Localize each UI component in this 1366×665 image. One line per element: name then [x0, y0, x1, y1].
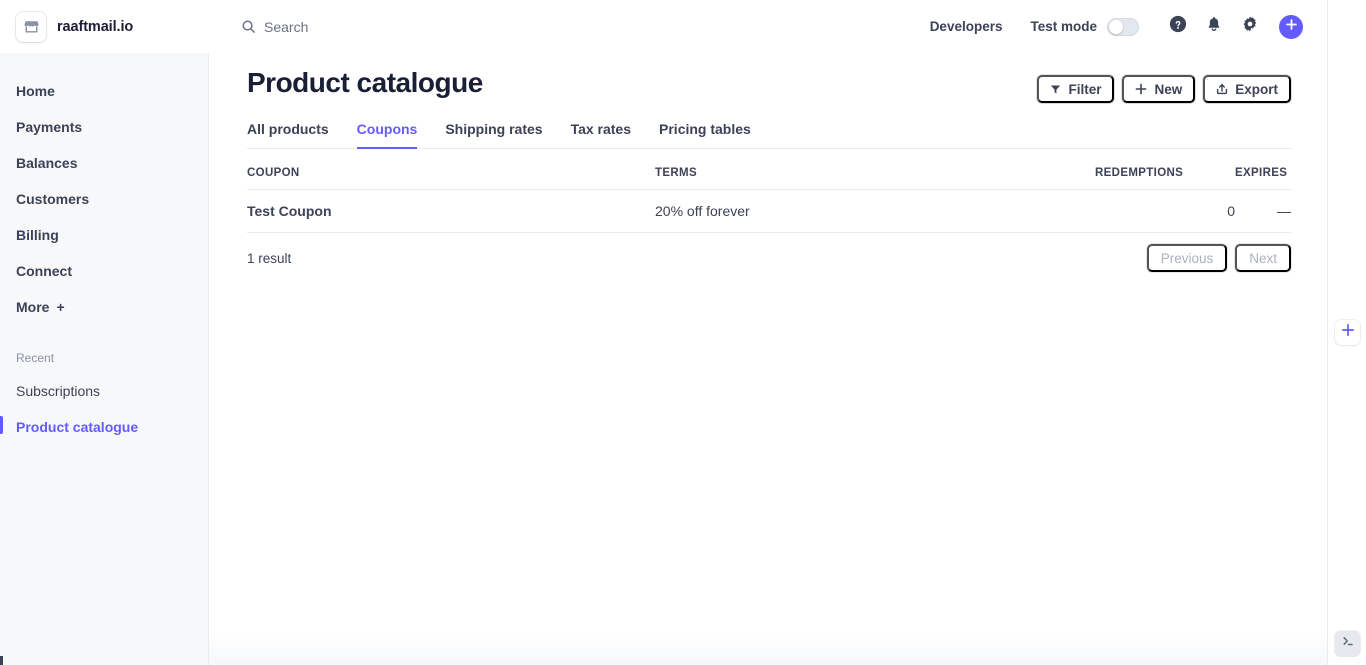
sidebar-item-customers[interactable]: Customers — [0, 185, 208, 213]
export-icon — [1216, 83, 1228, 95]
filter-button-label: Filter — [1068, 81, 1102, 97]
test-mode-toggle[interactable]: Test mode — [1030, 17, 1139, 36]
new-button-label: New — [1154, 81, 1183, 97]
tab-shipping-rates[interactable]: Shipping rates — [445, 121, 542, 149]
rail-terminal-button[interactable] — [1335, 631, 1360, 656]
table-row[interactable]: Test Coupon 20% off forever 0 — — [247, 189, 1291, 233]
cell-expires: — — [1235, 189, 1291, 233]
pagination: Previous Next — [1146, 244, 1291, 272]
column-header-redemptions: REDEMPTIONS — [1095, 167, 1235, 190]
tab-tax-rates[interactable]: Tax rates — [571, 121, 631, 149]
tab-bar: All products Coupons Shipping rates Tax … — [247, 121, 1291, 149]
page-title: Product catalogue — [247, 67, 483, 98]
app-root: raaftmail.io Search Developers Test mode — [0, 0, 1366, 665]
tab-all-products[interactable]: All products — [247, 121, 329, 149]
bell-icon — [1205, 15, 1223, 38]
column-header-terms: TERMS — [655, 167, 1095, 190]
filter-button[interactable]: Filter — [1037, 75, 1115, 103]
page-header: Product catalogue Filter New Export — [247, 53, 1291, 103]
search-input[interactable]: Search — [241, 19, 308, 35]
plus-icon — [1341, 323, 1355, 342]
right-rail — [1327, 0, 1366, 665]
coupons-table: COUPON TERMS REDEMPTIONS EXPIRES Test Co… — [247, 167, 1291, 233]
plus-circle-icon — [1285, 18, 1298, 36]
column-header-expires: EXPIRES — [1235, 167, 1291, 190]
sidebar-item-more-label: More — [16, 299, 50, 315]
create-button[interactable] — [1279, 14, 1303, 39]
plus-icon — [1135, 83, 1147, 95]
developers-link[interactable]: Developers — [920, 13, 1013, 40]
table-head: COUPON TERMS REDEMPTIONS EXPIRES — [247, 167, 1291, 190]
tab-pricing-tables[interactable]: Pricing tables — [659, 121, 751, 149]
table-footer: 1 result Previous Next — [247, 233, 1291, 272]
storefront-icon — [16, 11, 46, 42]
sidebar-item-more[interactable]: More + — [0, 293, 208, 321]
help-button[interactable] — [1163, 12, 1193, 42]
settings-button[interactable] — [1235, 12, 1265, 42]
sidebar-item-home[interactable]: Home — [0, 77, 208, 105]
sidebar-item-subscriptions[interactable]: Subscriptions — [0, 377, 208, 405]
switch-knob — [1109, 19, 1123, 34]
top-bar-actions: Developers Test mode — [920, 12, 1327, 42]
column-header-coupon: COUPON — [247, 167, 655, 190]
sidebar-item-payments[interactable]: Payments — [0, 113, 208, 141]
main-content: Product catalogue Filter New Export All … — [209, 53, 1327, 665]
sidebar-item-product-catalogue[interactable]: Product catalogue — [0, 413, 208, 441]
result-count: 1 result — [247, 250, 292, 266]
test-mode-switch[interactable] — [1107, 17, 1139, 36]
terminal-icon — [1341, 634, 1355, 653]
next-page-button[interactable]: Next — [1235, 244, 1291, 272]
sidebar-item-balances[interactable]: Balances — [0, 149, 208, 177]
previous-page-button[interactable]: Previous — [1146, 244, 1228, 272]
test-mode-label: Test mode — [1030, 19, 1097, 34]
tab-coupons[interactable]: Coupons — [356, 121, 418, 149]
cell-coupon: Test Coupon — [247, 189, 655, 233]
sidebar-item-connect[interactable]: Connect — [0, 257, 208, 285]
sidebar-item-billing[interactable]: Billing — [0, 221, 208, 249]
cell-terms: 20% off forever — [655, 189, 1095, 233]
rail-add-button[interactable] — [1335, 320, 1360, 345]
plus-icon: + — [56, 299, 65, 315]
gear-icon — [1241, 15, 1259, 38]
page-actions: Filter New Export — [1037, 66, 1291, 103]
new-button[interactable]: New — [1122, 75, 1196, 103]
filter-icon — [1050, 84, 1061, 95]
brand[interactable]: raaftmail.io — [0, 0, 209, 53]
search-placeholder: Search — [264, 18, 309, 35]
brand-name: raaftmail.io — [57, 18, 134, 35]
notifications-button[interactable] — [1199, 12, 1229, 42]
sidebar: Home Payments Balances Customers Billing… — [0, 53, 209, 665]
export-button-label: Export — [1235, 81, 1278, 97]
export-button[interactable]: Export — [1203, 75, 1291, 103]
corner-mark — [0, 656, 3, 665]
table-header-row: COUPON TERMS REDEMPTIONS EXPIRES — [247, 167, 1291, 190]
table-body: Test Coupon 20% off forever 0 — — [247, 189, 1291, 233]
cell-redemptions: 0 — [1095, 189, 1235, 233]
help-circle-icon — [1169, 15, 1187, 38]
search-icon — [241, 19, 256, 34]
top-bar: raaftmail.io Search Developers Test mode — [0, 0, 1327, 53]
sidebar-recent-heading: Recent — [16, 351, 55, 365]
